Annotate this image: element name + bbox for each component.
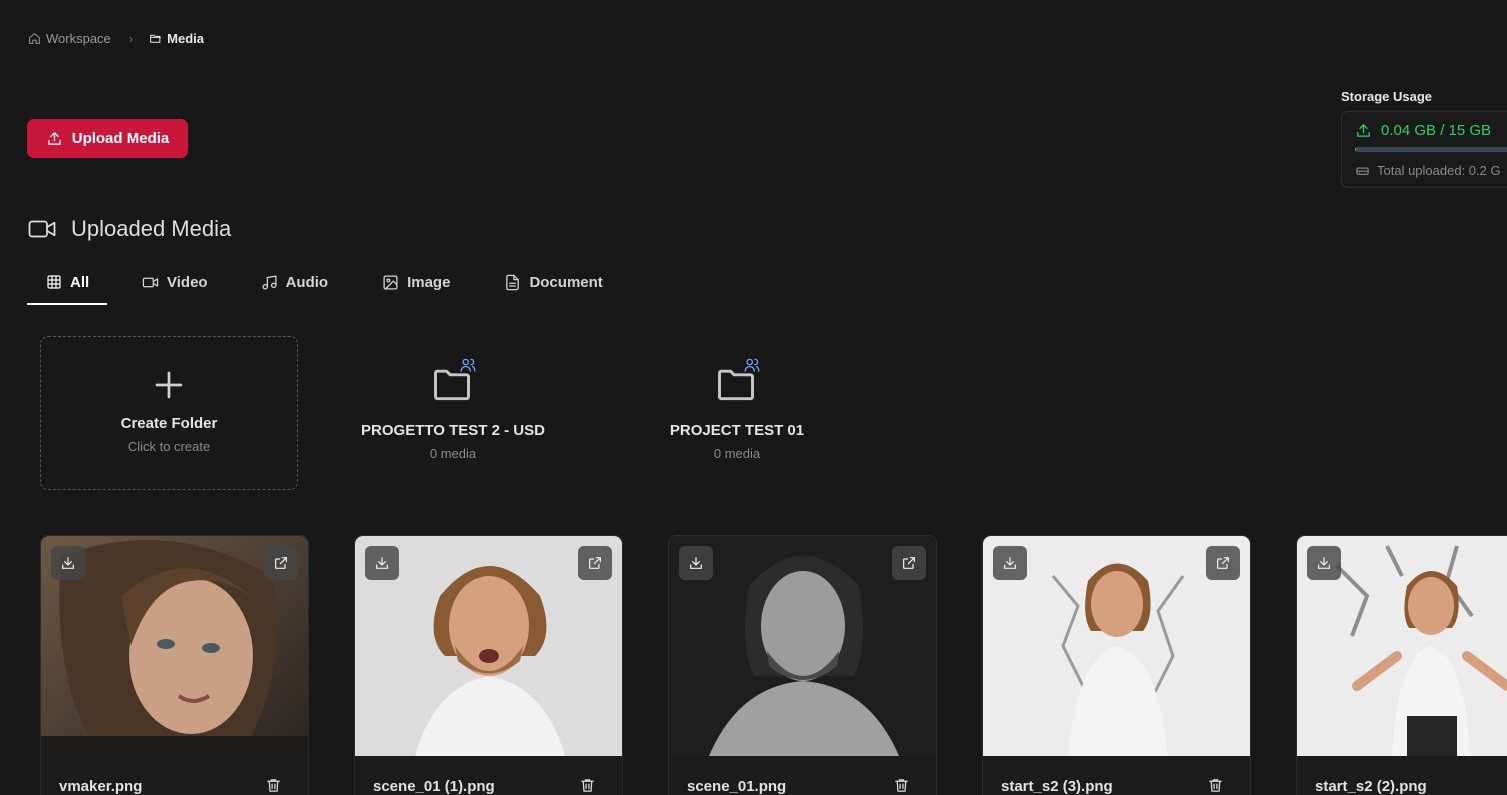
create-folder-card[interactable]: Create Folder Click to create — [40, 336, 298, 490]
tab-label: Document — [529, 274, 603, 291]
home-icon — [29, 33, 40, 44]
download-button[interactable] — [1307, 546, 1341, 580]
folder-card[interactable]: PROJECT TEST 01 0 media — [608, 336, 866, 490]
storage-usage-card: 0.04 GB / 15 GB Total uploaded: 0.2 G — [1341, 111, 1507, 188]
trash-icon[interactable] — [1207, 777, 1224, 794]
download-button[interactable] — [365, 546, 399, 580]
shared-folder-icon — [429, 358, 477, 402]
grid-icon — [47, 275, 61, 289]
section-heading: Uploaded Media — [27, 214, 231, 244]
upload-icon — [47, 132, 61, 145]
tab-all[interactable]: All — [27, 266, 107, 305]
tab-video[interactable]: Video — [142, 266, 208, 305]
download-icon — [1004, 557, 1016, 569]
breadcrumb-media-label: Media — [167, 31, 204, 46]
storage-used-label: 0.04 GB / 15 GB — [1381, 122, 1492, 139]
tab-label: Video — [167, 274, 208, 291]
create-folder-title: Create Folder — [120, 415, 218, 432]
shared-folder-icon — [713, 358, 761, 402]
folder-card[interactable]: PROGETTO TEST 2 - USD 0 media — [324, 336, 582, 490]
create-folder-subtitle: Click to create — [127, 439, 211, 454]
folder-name: PROJECT TEST 01 — [669, 422, 805, 439]
media-filename: scene_01.png — [687, 778, 787, 795]
folder-name: PROGETTO TEST 2 - USD — [361, 422, 545, 439]
upload-media-label: Upload Media — [71, 130, 170, 147]
tab-label: Audio — [285, 274, 329, 291]
breadcrumb-workspace-link[interactable]: Workspace — [28, 31, 111, 46]
open-external-button[interactable] — [892, 546, 926, 580]
storage-total: Total uploaded: 0.2 G — [1355, 163, 1501, 178]
trash-icon[interactable] — [893, 777, 910, 794]
open-external-button[interactable] — [1206, 546, 1240, 580]
media-filename: scene_01 (1).png — [373, 778, 495, 795]
external-link-icon — [275, 557, 287, 569]
tab-label: All — [70, 274, 90, 291]
storage-total-label: Total uploaded: 0.2 G — [1377, 163, 1501, 178]
folder-count: 0 media — [713, 446, 761, 461]
hard-drive-icon — [1356, 167, 1369, 175]
image-icon — [383, 275, 398, 290]
tab-audio[interactable]: Audio — [261, 266, 329, 305]
download-icon — [1318, 557, 1330, 569]
download-button[interactable] — [679, 546, 713, 580]
breadcrumb-workspace-label: Workspace — [46, 31, 111, 46]
open-external-button[interactable] — [264, 546, 298, 580]
external-link-icon — [1217, 557, 1229, 569]
download-button[interactable] — [993, 546, 1027, 580]
media-filename: start_s2 (2).png — [1315, 778, 1427, 795]
tab-document[interactable]: Document — [504, 266, 603, 305]
external-link-icon — [903, 557, 915, 569]
video-icon — [142, 277, 159, 288]
download-button[interactable] — [51, 546, 85, 580]
document-icon — [506, 274, 520, 291]
download-icon — [62, 557, 74, 569]
folder-open-icon — [150, 34, 162, 43]
upload-media-button[interactable]: Upload Media — [27, 119, 188, 158]
download-icon — [376, 557, 388, 569]
media-card[interactable]: start_s2 (2).png — [1296, 535, 1507, 795]
trash-icon[interactable] — [265, 777, 282, 794]
media-card[interactable]: scene_01.png — [668, 535, 937, 795]
storage-progress-bar — [1355, 147, 1507, 152]
media-card[interactable]: vmaker.png — [40, 535, 309, 795]
users-icon — [460, 358, 476, 372]
media-filename: start_s2 (3).png — [1001, 778, 1113, 795]
media-filename: vmaker.png — [59, 778, 143, 795]
upload-icon — [1357, 124, 1370, 137]
breadcrumb-media: Media — [149, 31, 204, 46]
trash-icon[interactable] — [579, 777, 596, 794]
users-icon — [744, 358, 760, 372]
storage-progress-fill — [1355, 147, 1356, 152]
chevron-right-icon: › — [128, 31, 134, 46]
media-card[interactable]: scene_01 (1).png — [354, 535, 623, 795]
media-type-tabs: All Video Audio Image Document — [27, 266, 603, 305]
music-icon — [262, 275, 277, 290]
open-external-button[interactable] — [578, 546, 612, 580]
folder-count: 0 media — [429, 446, 477, 461]
plus-icon — [155, 371, 183, 399]
video-icon — [28, 220, 56, 238]
tab-label: Image — [407, 274, 451, 291]
storage-usage-title: Storage Usage — [1341, 89, 1433, 104]
media-card[interactable]: start_s2 (3).png — [982, 535, 1251, 795]
download-icon — [690, 557, 702, 569]
tab-image[interactable]: Image — [382, 266, 450, 305]
section-title: Uploaded Media — [71, 216, 232, 241]
breadcrumb: Workspace › Media — [28, 31, 204, 46]
external-link-icon — [589, 557, 601, 569]
storage-used: 0.04 GB / 15 GB — [1355, 122, 1491, 139]
